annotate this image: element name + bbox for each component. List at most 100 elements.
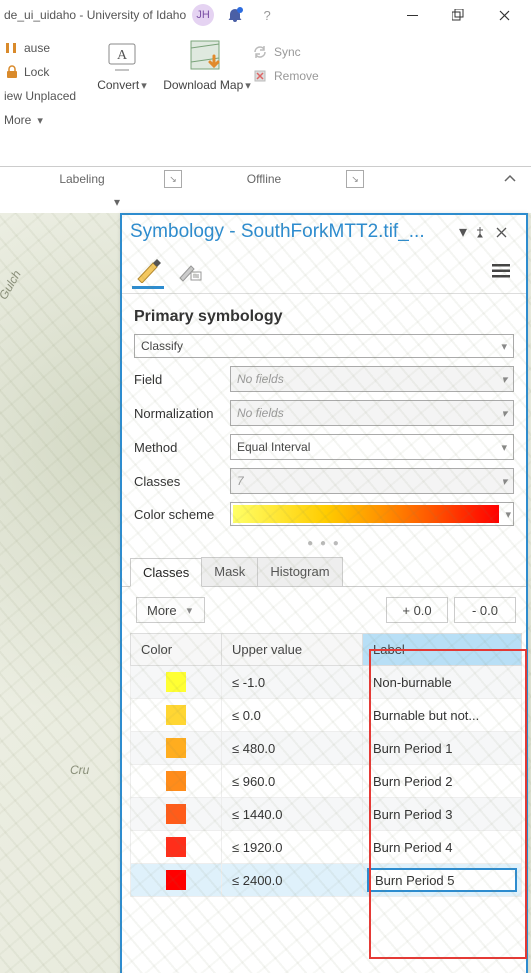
remove-label: Remove xyxy=(274,69,319,83)
symbology-type-value: Classify xyxy=(141,339,183,353)
pause-button[interactable]: ause xyxy=(2,36,50,60)
notification-icon[interactable] xyxy=(224,4,246,26)
classes-table: Color Upper value Label ≤ -1.0Non-burnab… xyxy=(130,633,522,897)
convert-button[interactable]: A Convert xyxy=(82,36,162,166)
label-cell[interactable]: Burn Period 2 xyxy=(363,765,522,798)
help-icon[interactable]: ? xyxy=(256,4,278,26)
labeling-launcher[interactable]: ↘ xyxy=(164,170,182,188)
tab-mask[interactable]: Mask xyxy=(201,557,258,586)
user-badge[interactable]: JH xyxy=(192,4,214,26)
table-row[interactable]: ≤ 2400.0 xyxy=(131,864,522,897)
field-dropdown[interactable]: No fields▾ xyxy=(230,366,514,392)
upper-value-cell[interactable]: ≤ 0.0 xyxy=(222,699,363,732)
color-cell[interactable] xyxy=(131,765,222,798)
sync-label: Sync xyxy=(274,45,301,59)
precision-decrease-button[interactable]: - 0.0 xyxy=(454,597,516,623)
panel-options-button[interactable] xyxy=(492,263,516,279)
table-row[interactable]: ≤ 1440.0Burn Period 3 xyxy=(131,798,522,831)
color-cell[interactable] xyxy=(131,732,222,765)
label-cell[interactable]: Burnable but not... xyxy=(363,699,522,732)
upper-value-cell[interactable]: ≤ 1920.0 xyxy=(222,831,363,864)
col-label[interactable]: Label xyxy=(363,634,522,666)
color-swatch[interactable] xyxy=(166,804,186,824)
view-unplaced-button[interactable]: iew Unplaced xyxy=(2,84,76,108)
lock-label: Lock xyxy=(24,65,49,79)
map-view[interactable]: Gulch Cru Symbology - SouthForkMTT2.tif_… xyxy=(0,213,531,973)
document-dropdown[interactable]: ▾ xyxy=(0,195,126,209)
panel-body: Primary symbology Classify ▾ Field No fi… xyxy=(122,294,526,534)
color-cell[interactable] xyxy=(131,699,222,732)
upper-value-cell[interactable]: ≤ 960.0 xyxy=(222,765,363,798)
section-title: Primary symbology xyxy=(134,308,514,326)
download-map-label: Download Map xyxy=(163,78,251,93)
highlight-overlay xyxy=(369,649,527,959)
table-row[interactable]: ≤ -1.0Non-burnable xyxy=(131,666,522,699)
table-row[interactable]: ≤ 1920.0Burn Period 4 xyxy=(131,831,522,864)
normalization-dropdown[interactable]: No fields▾ xyxy=(230,400,514,426)
tab-histogram[interactable]: Histogram xyxy=(257,557,342,586)
col-upper[interactable]: Upper value xyxy=(222,634,363,666)
upper-value-cell[interactable]: ≤ 2400.0 xyxy=(222,864,363,897)
panel-pin-button[interactable] xyxy=(474,226,496,238)
color-cell[interactable] xyxy=(131,831,222,864)
field-label: Field xyxy=(134,372,230,387)
panel-menu-button[interactable]: ▾ xyxy=(452,222,474,242)
lock-button[interactable]: Lock xyxy=(2,60,49,84)
upper-value-cell[interactable]: ≤ 1440.0 xyxy=(222,798,363,831)
view-unplaced-label: iew Unplaced xyxy=(4,89,76,103)
classes-more-button[interactable]: More▾ xyxy=(136,597,205,623)
window-minimize-button[interactable] xyxy=(389,0,435,30)
main-area: ▾ Gulch Cru Symbology - SouthForkMTT2.ti… xyxy=(0,191,531,973)
label-cell[interactable] xyxy=(363,864,522,897)
table-row[interactable]: ≤ 480.0Burn Period 1 xyxy=(131,732,522,765)
color-swatch[interactable] xyxy=(166,738,186,758)
upper-value-cell[interactable]: ≤ 480.0 xyxy=(222,732,363,765)
label-cell[interactable]: Non-burnable xyxy=(363,666,522,699)
classes-dropdown[interactable]: 7▾ xyxy=(230,468,514,494)
offline-launcher[interactable]: ↘ xyxy=(346,170,364,188)
ribbon: ause Lock iew Unplaced More A Convert Do… xyxy=(0,30,531,167)
ribbon-offline-group: Sync Remove xyxy=(252,36,362,166)
label-cell[interactable]: Burn Period 1 xyxy=(363,732,522,765)
download-map-icon xyxy=(186,36,228,78)
label-cell[interactable]: Burn Period 3 xyxy=(363,798,522,831)
method-dropdown[interactable]: Equal Interval▾ xyxy=(230,434,514,460)
method-label: Method xyxy=(134,440,230,455)
primary-symbology-tab-icon[interactable] xyxy=(132,254,164,289)
color-cell[interactable] xyxy=(131,666,222,699)
convert-icon: A xyxy=(101,36,143,78)
color-swatch[interactable] xyxy=(166,771,186,791)
upper-value-cell[interactable]: ≤ -1.0 xyxy=(222,666,363,699)
tab-classes[interactable]: Classes xyxy=(130,558,202,587)
color-swatch[interactable] xyxy=(166,837,186,857)
color-scheme-gradient xyxy=(233,505,499,523)
color-cell[interactable] xyxy=(131,864,222,897)
collapse-ribbon-button[interactable] xyxy=(503,172,531,186)
color-swatch[interactable] xyxy=(166,672,186,692)
pause-label: ause xyxy=(24,41,50,55)
window-restore-button[interactable] xyxy=(435,0,481,30)
label-edit-input[interactable] xyxy=(367,868,517,892)
precision-increase-button[interactable]: + 0.0 xyxy=(386,597,448,623)
panel-close-button[interactable] xyxy=(496,227,518,238)
field-value: No fields xyxy=(237,372,284,386)
vary-symbology-tab-icon[interactable] xyxy=(174,255,206,287)
window-close-button[interactable] xyxy=(481,0,527,30)
col-color[interactable]: Color xyxy=(131,634,222,666)
classes-toolbar: More▾ + 0.0 - 0.0 xyxy=(122,587,526,633)
classes-more-label: More xyxy=(147,603,177,618)
color-swatch[interactable] xyxy=(166,870,186,890)
download-map-button[interactable]: Download Map xyxy=(162,36,252,166)
table-row[interactable]: ≤ 960.0Burn Period 2 xyxy=(131,765,522,798)
color-scheme-dropdown[interactable]: ▾ xyxy=(230,502,514,526)
table-row[interactable]: ≤ 0.0Burnable but not... xyxy=(131,699,522,732)
color-cell[interactable] xyxy=(131,798,222,831)
ribbon-labeling-group: ause Lock iew Unplaced More xyxy=(0,36,82,166)
symbology-type-dropdown[interactable]: Classify ▾ xyxy=(134,334,514,358)
convert-label: Convert xyxy=(97,78,147,92)
color-swatch[interactable] xyxy=(166,705,186,725)
panel-grip[interactable]: ● ● ● xyxy=(122,534,526,553)
more-button[interactable]: More xyxy=(2,108,43,132)
lower-tabs: Classes Mask Histogram xyxy=(122,557,526,587)
label-cell[interactable]: Burn Period 4 xyxy=(363,831,522,864)
